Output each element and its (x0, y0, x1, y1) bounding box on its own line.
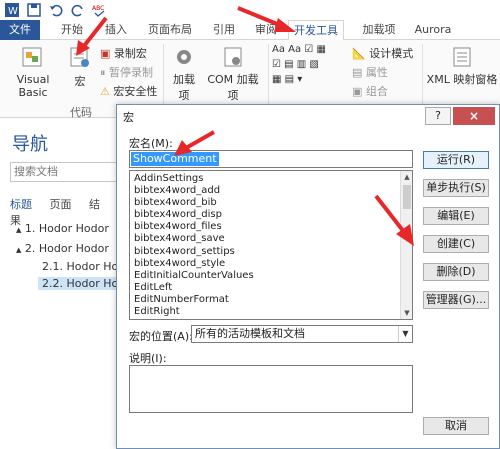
arrow-to-macro-button-icon (76, 16, 108, 56)
arrow-to-create-button-icon (374, 194, 414, 246)
arrow-to-macro-name-icon (174, 130, 215, 156)
annotation-arrows (76, 6, 414, 246)
arrow-to-developer-tab-icon (237, 6, 296, 32)
word-window: W ABC 文件 开始 插入 页面布局 引用 审阅 开发工具 加载项 Auror… (0, 0, 500, 449)
